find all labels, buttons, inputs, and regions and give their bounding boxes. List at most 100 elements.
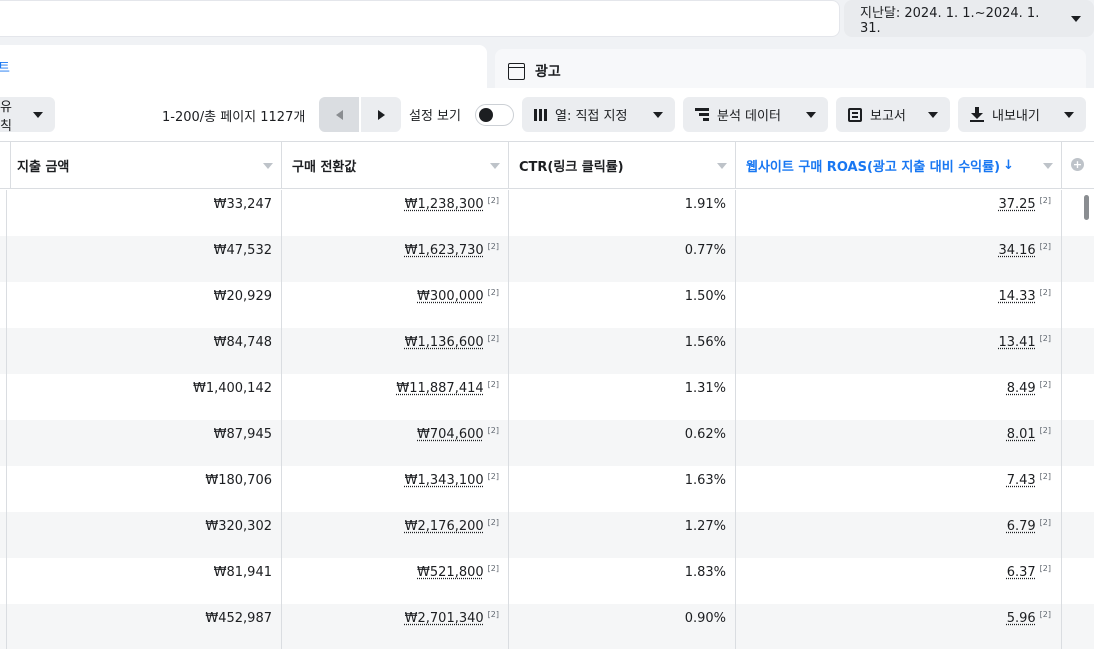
table-row[interactable]: ₩452,987 ₩2,701,340 [2] 0.90% 5.96 [2]	[0, 604, 1094, 649]
column-header-ctr[interactable]: CTR(링크 클릭률)	[509, 142, 736, 189]
cell-ctr: 1.56%	[509, 328, 736, 374]
cell-spend: ₩320,302	[7, 512, 282, 558]
table-row[interactable]: ₩87,945 ₩704,600 [2] 0.62% 8.01 [2]	[0, 420, 1094, 466]
cell-ctr: 0.90%	[509, 604, 736, 649]
tab-adsets-label: 트	[0, 61, 10, 76]
footnote: [2]	[487, 610, 499, 619]
cell-roas[interactable]: 37.25 [2]	[736, 190, 1062, 236]
sort-caret-icon[interactable]	[490, 163, 500, 169]
cell-prev	[0, 328, 7, 374]
vertical-scrollbar[interactable]	[1084, 195, 1089, 220]
sort-caret-icon[interactable]	[1043, 163, 1053, 169]
cell-roas[interactable]: 7.43 [2]	[736, 466, 1062, 512]
column-header-purchase-value[interactable]: 구매 전환값	[282, 142, 509, 189]
footnote: [2]	[487, 242, 499, 251]
cell-roas[interactable]: 6.37 [2]	[736, 558, 1062, 604]
date-range-picker[interactable]: 지난달: 2024. 1. 1.~2024. 1. 31.	[844, 0, 1094, 37]
cell-ctr: 1.27%	[509, 512, 736, 558]
previous-page-button[interactable]	[319, 97, 359, 132]
footnote: [2]	[1039, 518, 1051, 527]
setting-view-toggle[interactable]	[475, 104, 514, 126]
cell-roas[interactable]: 14.33 [2]	[736, 282, 1062, 328]
cell-prev	[0, 466, 7, 512]
cell-purchase-value[interactable]: ₩11,887,414 [2]	[282, 374, 509, 420]
cell-ctr: 1.50%	[509, 282, 736, 328]
breakdown-icon	[695, 108, 709, 121]
cell-spend: ₩1,400,142	[7, 374, 282, 420]
footnote: [2]	[1039, 426, 1051, 435]
footnote: [2]	[487, 334, 499, 343]
cell-purchase-value[interactable]: ₩2,176,200 [2]	[282, 512, 509, 558]
chevron-down-icon	[1064, 111, 1074, 118]
columns-button-label: 열: 직접 지정	[555, 109, 628, 124]
column-header-spend[interactable]: 지출 금액	[7, 142, 282, 189]
cell-spend: ₩180,706	[7, 466, 282, 512]
ad-window-icon	[508, 62, 525, 80]
cell-purchase-value[interactable]: ₩1,623,730 [2]	[282, 236, 509, 282]
download-icon	[970, 107, 984, 122]
table-row[interactable]: ₩84,748 ₩1,136,600 [2] 1.56% 13.41 [2]	[0, 328, 1094, 374]
table-row[interactable]: ₩1,400,142 ₩11,887,414 [2] 1.31% 8.49 [2]	[0, 374, 1094, 420]
reports-button[interactable]: 보고서	[836, 97, 950, 132]
column-header-roas[interactable]: 웹사이트 구매 ROAS(광고 지출 대비 수익률) ↓	[736, 142, 1062, 189]
search-bar[interactable]	[0, 0, 840, 37]
cell-purchase-value[interactable]: ₩1,238,300 [2]	[282, 190, 509, 236]
cell-spend: ₩84,748	[7, 328, 282, 374]
sort-descending-icon: ↓	[1003, 158, 1014, 173]
breakdown-button[interactable]: 분석 데이터	[683, 97, 828, 132]
reports-button-label: 보고서	[870, 109, 906, 124]
cell-roas[interactable]: 8.01 [2]	[736, 420, 1062, 466]
next-page-button[interactable]	[361, 97, 401, 132]
cell-prev	[0, 282, 7, 328]
column-header-label: 지출 금액	[17, 160, 70, 175]
tab-ads[interactable]: 광고	[495, 49, 1086, 93]
table-header: 지출 금액 구매 전환값 CTR(링크 클릭률) 웹사이트 구매 ROAS(광고…	[0, 141, 1094, 189]
cell-ctr: 1.31%	[509, 374, 736, 420]
attribution-setting-button[interactable]: 유칙	[0, 97, 55, 134]
cell-ctr: 1.83%	[509, 558, 736, 604]
table-row[interactable]: ₩81,941 ₩521,800 [2] 1.83% 6.37 [2]	[0, 558, 1094, 604]
chevron-down-icon	[1071, 15, 1081, 22]
footnote: [2]	[487, 196, 499, 205]
tab-ads-label: 광고	[535, 64, 561, 80]
footnote: [2]	[1039, 472, 1051, 481]
cell-roas[interactable]: 8.49 [2]	[736, 374, 1062, 420]
ads-table: 지출 금액 구매 전환값 CTR(링크 클릭률) 웹사이트 구매 ROAS(광고…	[0, 141, 1094, 649]
table-row[interactable]: ₩33,247 ₩1,238,300 [2] 1.91% 37.25 [2]	[0, 190, 1094, 236]
cell-prev	[0, 190, 7, 236]
footnote: [2]	[487, 472, 499, 481]
cell-purchase-value[interactable]: ₩1,343,100 [2]	[282, 466, 509, 512]
cell-roas[interactable]: 34.16 [2]	[736, 236, 1062, 282]
sort-caret-icon[interactable]	[263, 163, 273, 169]
cell-roas[interactable]: 6.79 [2]	[736, 512, 1062, 558]
table-row[interactable]: ₩320,302 ₩2,176,200 [2] 1.27% 6.79 [2]	[0, 512, 1094, 558]
table-row[interactable]: ₩180,706 ₩1,343,100 [2] 1.63% 7.43 [2]	[0, 466, 1094, 512]
cell-roas[interactable]: 5.96 [2]	[736, 604, 1062, 649]
cell-purchase-value[interactable]: ₩300,000 [2]	[282, 282, 509, 328]
cell-purchase-value[interactable]: ₩521,800 [2]	[282, 558, 509, 604]
columns-icon	[534, 108, 547, 121]
export-button[interactable]: 내보내기	[958, 97, 1086, 132]
cell-ctr: 1.63%	[509, 466, 736, 512]
sort-caret-icon[interactable]	[717, 163, 727, 169]
cell-prev	[0, 236, 7, 282]
cell-purchase-value[interactable]: ₩704,600 [2]	[282, 420, 509, 466]
cell-purchase-value[interactable]: ₩1,136,600 [2]	[282, 328, 509, 374]
footnote: [2]	[1039, 380, 1051, 389]
add-column-icon[interactable]: +	[1071, 158, 1084, 171]
cell-roas[interactable]: 13.41 [2]	[736, 328, 1062, 374]
cell-spend: ₩47,532	[7, 236, 282, 282]
table-row[interactable]: ₩20,929 ₩300,000 [2] 1.50% 14.33 [2]	[0, 282, 1094, 328]
cell-spend: ₩20,929	[7, 282, 282, 328]
cell-prev	[0, 420, 7, 466]
column-header-label: 구매 전환값	[292, 160, 357, 175]
cell-ctr: 0.62%	[509, 420, 736, 466]
table-row[interactable]: ₩47,532 ₩1,623,730 [2] 0.77% 34.16 [2]	[0, 236, 1094, 282]
columns-button[interactable]: 열: 직접 지정	[522, 97, 675, 132]
footnote: [2]	[487, 426, 499, 435]
cell-ctr: 0.77%	[509, 236, 736, 282]
chevron-down-icon	[806, 111, 816, 118]
table-toolbar: 유칙 1-200/총 페이지 1127개 설정 보기 열: 직접 지정 분석 데…	[0, 88, 1094, 141]
cell-purchase-value[interactable]: ₩2,701,340 [2]	[282, 604, 509, 649]
report-icon	[848, 107, 862, 122]
